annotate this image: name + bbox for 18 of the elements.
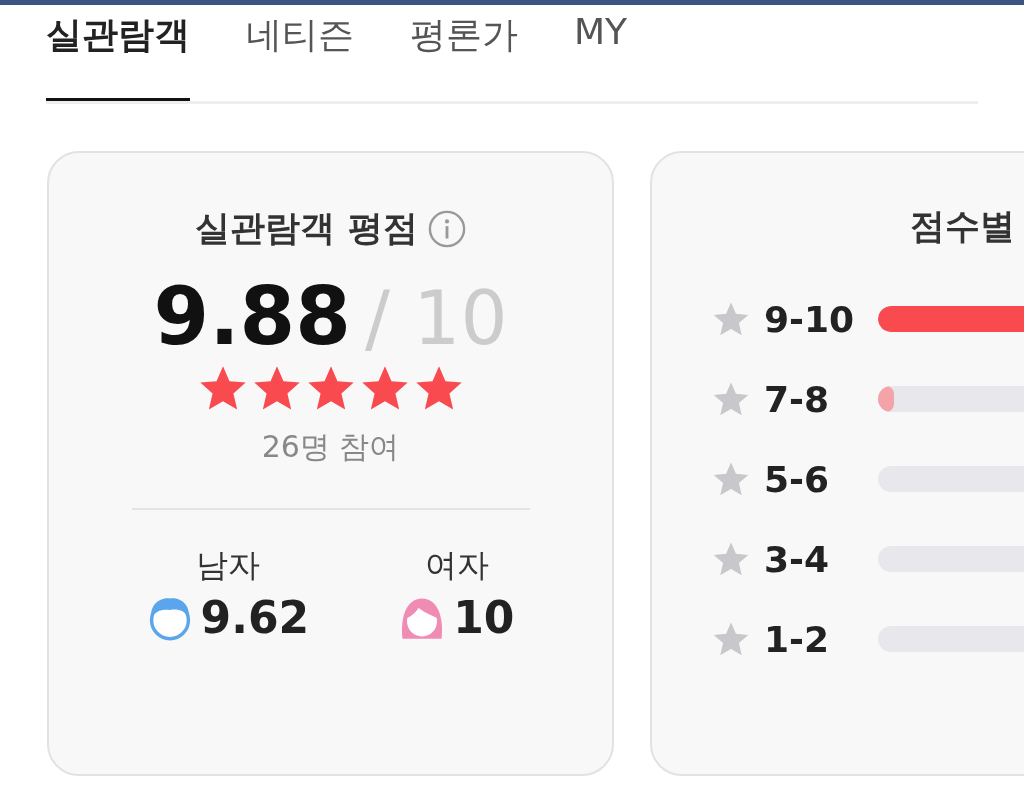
- score-range: 9-10: [764, 298, 856, 340]
- score-range: 3-4: [764, 538, 831, 580]
- card-title: 실관람객 평점: [195, 207, 418, 250]
- score-range: 7-8: [764, 378, 831, 420]
- average-score: 9.88: [153, 270, 351, 363]
- tab[interactable]: 실관람객: [46, 5, 190, 101]
- participant-count: 26명 참여: [261, 428, 400, 466]
- gender-score: 10: [453, 592, 515, 643]
- gender-label: 남자: [195, 545, 260, 586]
- tab[interactable]: 네티즌: [246, 5, 354, 101]
- tab[interactable]: MY: [574, 5, 628, 101]
- tab[interactable]: 평론가: [410, 5, 518, 101]
- score-range: 5-6: [764, 458, 831, 500]
- info-icon[interactable]: [427, 209, 466, 248]
- gender-label: 여자: [424, 545, 489, 586]
- score-range: 1-2: [764, 618, 831, 660]
- gender-score: 9.62: [200, 592, 310, 643]
- card-title: 점수별: [910, 205, 1016, 248]
